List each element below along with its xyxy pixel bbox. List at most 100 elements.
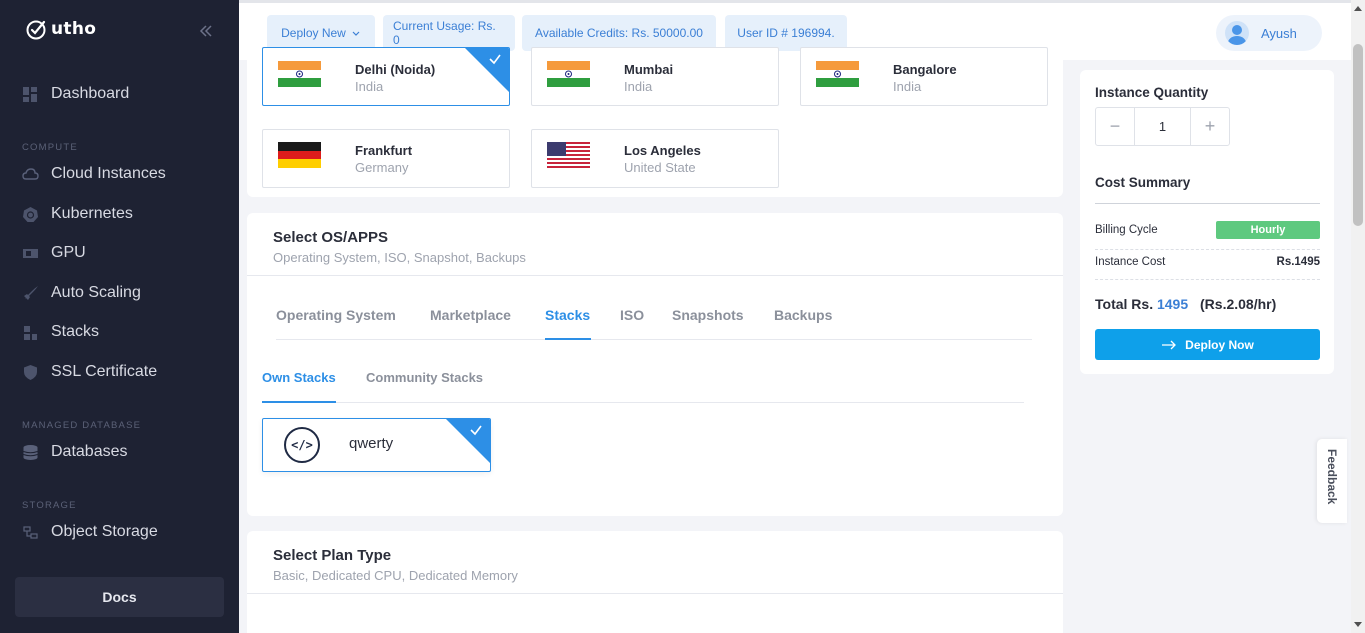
deploy-now-button[interactable]: Deploy Now bbox=[1095, 329, 1320, 360]
deploy-new-label: Deploy New bbox=[281, 26, 346, 40]
stack-option-qwerty[interactable]: </> qwerty bbox=[262, 418, 491, 472]
section-subtitle: Basic, Dedicated CPU, Dedicated Memory bbox=[273, 568, 518, 583]
tab-operating-system[interactable]: Operating System bbox=[276, 307, 396, 323]
increment-button[interactable]: + bbox=[1191, 108, 1229, 145]
quantity-stepper: − 1 + bbox=[1095, 107, 1230, 146]
sidebar-item-label: Stacks bbox=[51, 323, 100, 340]
section-label-storage: STORAGE bbox=[22, 500, 77, 511]
billing-cycle-label: Billing Cycle bbox=[1095, 224, 1158, 236]
location-city: Los Angeles bbox=[624, 143, 701, 158]
brand-logo[interactable]: utho bbox=[25, 18, 96, 40]
instance-cost-label: Instance Cost bbox=[1095, 256, 1166, 268]
active-subtab-indicator bbox=[262, 401, 336, 403]
sidebar-item-stacks[interactable]: Stacks bbox=[22, 323, 99, 341]
location-country: India bbox=[355, 79, 384, 94]
sidebar-item-gpu[interactable]: GPU bbox=[22, 244, 86, 262]
gpu-icon bbox=[23, 248, 38, 258]
feedback-label: Feedback bbox=[1325, 449, 1339, 505]
india-flag-icon bbox=[547, 61, 590, 87]
tab-snapshots[interactable]: Snapshots bbox=[672, 307, 744, 323]
sidebar-item-label: Databases bbox=[51, 443, 128, 460]
subtab-community-stacks[interactable]: Community Stacks bbox=[366, 370, 483, 385]
stack-name: qwerty bbox=[349, 435, 394, 452]
section-title: Select OS/APPS bbox=[273, 229, 389, 246]
sidebar-item-object-storage[interactable]: Object Storage bbox=[22, 523, 158, 541]
avatar bbox=[1225, 21, 1249, 45]
object-storage-icon bbox=[23, 525, 38, 539]
total-cost: Total Rs. 1495 (Rs.2.08/hr) bbox=[1095, 296, 1276, 312]
database-icon bbox=[23, 444, 38, 460]
section-title: Select Plan Type bbox=[273, 547, 392, 564]
total-prefix: Total Rs. bbox=[1095, 296, 1154, 312]
subtab-own-stacks[interactable]: Own Stacks bbox=[262, 370, 336, 385]
collapse-sidebar-icon[interactable] bbox=[197, 22, 215, 40]
scrollbar-thumb[interactable] bbox=[1353, 44, 1363, 226]
stacks-icon bbox=[24, 325, 37, 340]
location-option-frankfurt[interactable]: Frankfurt Germany bbox=[262, 129, 510, 188]
billing-cycle-badge: Hourly bbox=[1216, 221, 1320, 239]
instance-quantity-title: Instance Quantity bbox=[1095, 85, 1209, 100]
tab-divider bbox=[276, 339, 1032, 340]
location-card: Delhi (Noida) India Mumbai India Bangalo… bbox=[247, 47, 1063, 197]
sidebar-item-label: Object Storage bbox=[51, 523, 158, 540]
sidebar-item-auto-scaling[interactable]: Auto Scaling bbox=[22, 284, 141, 302]
kubernetes-icon bbox=[23, 206, 38, 222]
location-option-delhi[interactable]: Delhi (Noida) India bbox=[262, 47, 510, 106]
tab-marketplace[interactable]: Marketplace bbox=[430, 307, 511, 323]
usa-flag-icon bbox=[547, 142, 590, 168]
location-option-bangalore[interactable]: Bangalore India bbox=[800, 47, 1048, 106]
deploy-new-dropdown[interactable]: Deploy New bbox=[267, 15, 375, 51]
sidebar-item-label: GPU bbox=[51, 244, 86, 261]
quantity-value[interactable]: 1 bbox=[1134, 108, 1191, 145]
location-option-los-angeles[interactable]: Los Angeles United State bbox=[531, 129, 779, 188]
scroll-down-arrow-icon[interactable] bbox=[1354, 622, 1362, 627]
location-country: India bbox=[893, 79, 922, 94]
deploy-now-label: Deploy Now bbox=[1185, 337, 1254, 352]
arrow-right-icon bbox=[1162, 340, 1177, 349]
plan-type-card: Select Plan Type Basic, Dedicated CPU, D… bbox=[247, 531, 1063, 633]
sidebar-item-label: Kubernetes bbox=[51, 205, 133, 222]
sidebar-item-dashboard[interactable]: Dashboard bbox=[22, 85, 129, 103]
os-apps-card: Select OS/APPS Operating System, ISO, Sn… bbox=[247, 213, 1063, 516]
sidebar-item-ssl-certificate[interactable]: SSL Certificate bbox=[22, 363, 157, 381]
dashboard-icon bbox=[23, 86, 37, 102]
location-city: Mumbai bbox=[624, 62, 674, 77]
scrollbar[interactable] bbox=[1351, 0, 1365, 633]
location-option-mumbai[interactable]: Mumbai India bbox=[531, 47, 779, 106]
location-country: Germany bbox=[355, 160, 409, 175]
cloud-icon bbox=[22, 167, 39, 180]
tab-stacks[interactable]: Stacks bbox=[545, 307, 590, 323]
code-icon: </> bbox=[284, 427, 320, 463]
feedback-tab[interactable]: Feedback bbox=[1317, 439, 1347, 523]
divider bbox=[247, 275, 1063, 276]
decrement-button[interactable]: − bbox=[1096, 108, 1134, 145]
location-city: Frankfurt bbox=[355, 143, 413, 158]
utho-logo-icon bbox=[26, 20, 46, 40]
row-divider bbox=[1095, 249, 1320, 250]
location-city: Delhi (Noida) bbox=[355, 62, 436, 77]
section-label-managed-database: MANAGED DATABASE bbox=[22, 420, 142, 431]
sidebar-item-databases[interactable]: Databases bbox=[22, 443, 128, 461]
section-subtitle: Operating System, ISO, Snapshot, Backups bbox=[273, 250, 526, 265]
sidebar-item-kubernetes[interactable]: Kubernetes bbox=[22, 205, 133, 223]
selected-corner bbox=[445, 419, 490, 464]
germany-flag-icon bbox=[278, 142, 321, 168]
tab-backups[interactable]: Backups bbox=[774, 307, 832, 323]
subtab-divider bbox=[262, 402, 1024, 403]
user-menu[interactable]: Ayush bbox=[1216, 15, 1322, 51]
sidebar-item-label: SSL Certificate bbox=[51, 363, 158, 380]
chevron-down-icon bbox=[352, 31, 360, 36]
summary-panel: Instance Quantity − 1 + Cost Summary Bil… bbox=[1080, 70, 1334, 374]
divider bbox=[247, 593, 1063, 594]
sidebar-item-label: Auto Scaling bbox=[51, 284, 141, 301]
user-id-chip: User ID # 196994. bbox=[725, 15, 847, 51]
tab-iso[interactable]: ISO bbox=[620, 307, 644, 323]
docs-button[interactable]: Docs bbox=[15, 577, 224, 617]
location-city: Bangalore bbox=[893, 62, 957, 77]
brand-name: utho bbox=[51, 19, 97, 39]
shield-icon bbox=[24, 364, 37, 380]
check-icon bbox=[470, 425, 482, 436]
scroll-up-arrow-icon[interactable] bbox=[1354, 6, 1362, 11]
instance-cost-value: Rs.1495 bbox=[1276, 256, 1320, 268]
sidebar-item-cloud-instances[interactable]: Cloud Instances bbox=[22, 165, 166, 183]
